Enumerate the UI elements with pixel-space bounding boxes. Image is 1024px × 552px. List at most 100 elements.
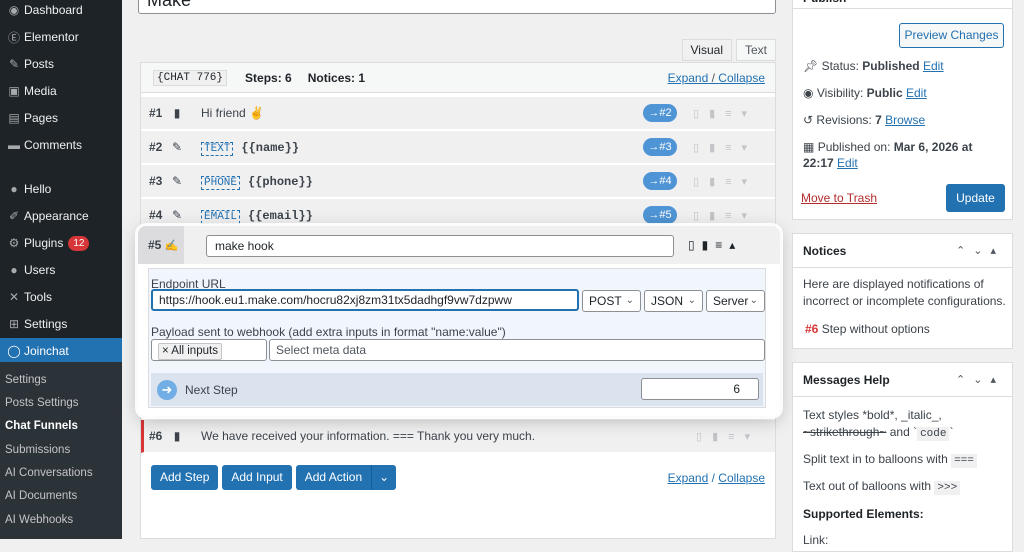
published-edit-link[interactable]: Edit: [837, 156, 858, 170]
copy-icon[interactable]: ▯: [693, 142, 709, 154]
copy-icon[interactable]: ▯: [688, 238, 702, 252]
trash-icon[interactable]: ▮: [709, 176, 725, 188]
toggle-icon[interactable]: ▾: [745, 431, 761, 443]
chevron-down-icon[interactable]: ⌄: [973, 245, 990, 257]
add-action-dropdown[interactable]: ⌄: [371, 465, 397, 490]
jump-badge[interactable]: →#4: [643, 172, 677, 190]
step-row-2[interactable]: #2 ✎ TEXT {{name}} →#3 ▯▮≡▾: [141, 131, 775, 164]
step-name-input[interactable]: make hook: [206, 235, 674, 257]
add-action-button[interactable]: Add Action: [295, 465, 372, 490]
toggle-icon[interactable]: ▾: [742, 108, 758, 120]
trash-icon[interactable]: ▮: [712, 431, 728, 443]
collapse-icon[interactable]: ▴: [729, 238, 742, 252]
step-row-6[interactable]: #6 ▮ We have received your information. …: [141, 420, 775, 453]
help-header: Messages Help ⌃⌄▴: [793, 363, 1012, 397]
sidebar-item-dashboard[interactable]: ◉ Dashboard: [0, 0, 122, 23]
chevron-up-icon[interactable]: ⌃: [956, 245, 973, 257]
submenu-ai-documents[interactable]: AI Documents: [5, 490, 77, 502]
sidebar-item-label: Settings: [24, 317, 68, 331]
drag-icon[interactable]: ≡: [725, 108, 741, 120]
sidebar-item-comments[interactable]: ▬ Comments: [0, 132, 122, 158]
joinchat-icon: ◯: [7, 344, 21, 358]
trash-icon[interactable]: ▮: [709, 108, 725, 120]
add-step-button[interactable]: Add Step: [151, 465, 219, 490]
submenu-ai-webhooks[interactable]: AI Webhooks: [5, 514, 73, 526]
toggle-icon[interactable]: ▾: [742, 210, 758, 222]
chevron-down-icon[interactable]: ⌄: [973, 374, 990, 386]
jump-badge[interactable]: →#3: [643, 138, 677, 156]
jump-badge[interactable]: →#5: [643, 206, 677, 224]
caret-up-icon[interactable]: ▴: [990, 245, 1004, 257]
tab-visual[interactable]: Visual: [681, 39, 732, 61]
copy-icon[interactable]: ▯: [693, 108, 709, 120]
submenu-chat-funnels[interactable]: Chat Funnels: [5, 420, 78, 432]
move-to-trash-link[interactable]: Move to Trash: [801, 191, 877, 205]
sidebar-item-label: Comments: [24, 138, 83, 152]
visibility-edit-link[interactable]: Edit: [906, 86, 927, 100]
format-select[interactable]: JSON ⌄: [644, 290, 703, 312]
trash-icon[interactable]: ▮: [702, 238, 716, 252]
method-select[interactable]: POST ⌄: [582, 290, 641, 312]
revisions-browse-link[interactable]: Browse: [885, 113, 925, 127]
copy-icon[interactable]: ▯: [693, 176, 709, 188]
drag-icon[interactable]: ≡: [725, 176, 741, 188]
update-button[interactable]: Update: [946, 184, 1005, 212]
webhook-step-card: #5 ✍ make hook ▯▮≡▴ Endpoint URL https:/…: [138, 226, 780, 416]
notice-step-number[interactable]: #6: [805, 322, 818, 336]
add-input-button[interactable]: Add Input: [222, 465, 292, 490]
mode-select[interactable]: Server ⌄: [706, 290, 765, 312]
publish-title: Publish: [793, 0, 1012, 9]
expand-link[interactable]: Expand: [668, 71, 709, 85]
drag-icon[interactable]: ≡: [728, 431, 744, 443]
submenu-ai-conversations[interactable]: AI Conversations: [5, 467, 93, 479]
step-tools: ▯▮≡▾: [696, 430, 760, 443]
sidebar-item-users[interactable]: ● Users: [0, 257, 122, 283]
jump-badge[interactable]: →#2: [643, 104, 677, 122]
toggle-icon[interactable]: ▾: [742, 142, 758, 154]
submenu-settings[interactable]: Settings: [5, 374, 47, 386]
preview-changes-button[interactable]: Preview Changes: [899, 23, 1004, 48]
chevron-up-icon[interactable]: ⌃: [956, 374, 973, 386]
copy-icon[interactable]: ▯: [696, 431, 712, 443]
sidebar-item-tools[interactable]: ✕ Tools: [0, 284, 122, 310]
sidebar-item-elementor[interactable]: Ⓔ Elementor: [0, 24, 122, 50]
sidebar-item-media[interactable]: ▣ Media: [0, 78, 122, 104]
trash-icon[interactable]: ▮: [709, 142, 725, 154]
sidebar-item-appearance[interactable]: ✐ Appearance: [0, 203, 122, 229]
sidebar-item-label: Elementor: [24, 30, 79, 44]
footer-expand-link[interactable]: Expand: [668, 471, 709, 485]
submenu-posts-settings[interactable]: Posts Settings: [5, 397, 79, 409]
step-row-3[interactable]: #3 ✎ PHONE {{phone}} →#4 ▯▮≡▾: [141, 165, 775, 198]
submenu-submissions[interactable]: Submissions: [5, 444, 70, 456]
status-edit-link[interactable]: Edit: [923, 59, 944, 73]
all-inputs-chip[interactable]: × All inputs: [158, 343, 222, 360]
next-step-input[interactable]: 6: [641, 378, 759, 400]
collapse-link[interactable]: Collapse: [718, 71, 765, 85]
drag-icon[interactable]: ≡: [725, 142, 741, 154]
step-row-1[interactable]: #1 ▮ Hi friend ✌ →#2 ▯▮≡▾: [141, 97, 775, 130]
drag-icon[interactable]: ≡: [715, 238, 729, 252]
steps-count: Steps: 6: [245, 70, 292, 85]
trash-icon[interactable]: ▮: [709, 210, 725, 222]
meta-data-select[interactable]: Select meta data: [269, 339, 765, 361]
input-type-tag: TEXT: [201, 141, 234, 156]
sidebar-item-posts[interactable]: ✎ Posts: [0, 51, 122, 77]
sidebar-item-settings[interactable]: ⊞ Settings: [0, 311, 122, 337]
sidebar-item-hello[interactable]: ● Hello: [0, 176, 122, 202]
copy-icon[interactable]: ▯: [693, 210, 709, 222]
notice-item: #6 Step without options: [805, 322, 930, 336]
toggle-icon[interactable]: ▾: [742, 176, 758, 188]
caret-up-icon[interactable]: ▴: [990, 374, 1004, 386]
sidebar-item-plugins[interactable]: ⚙ Plugins 12: [0, 230, 122, 256]
footer-collapse-link[interactable]: Collapse: [718, 471, 765, 485]
endpoint-url-input[interactable]: https://hook.eu1.make.com/hocru82xj8zm31…: [151, 289, 579, 311]
sidebar-item-pages[interactable]: ▤ Pages: [0, 105, 122, 131]
sidebar-item-joinchat[interactable]: ◯ Joinchat: [0, 338, 122, 364]
drag-icon[interactable]: ≡: [725, 210, 741, 222]
pages-icon: ▤: [8, 111, 20, 125]
input-type-tag: PHONE: [201, 175, 241, 190]
post-title-input[interactable]: Make: [138, 0, 776, 14]
tab-text[interactable]: Text: [735, 39, 776, 61]
comments-icon: ▬: [8, 138, 20, 152]
payload-inputs-field[interactable]: × All inputs: [151, 339, 267, 361]
